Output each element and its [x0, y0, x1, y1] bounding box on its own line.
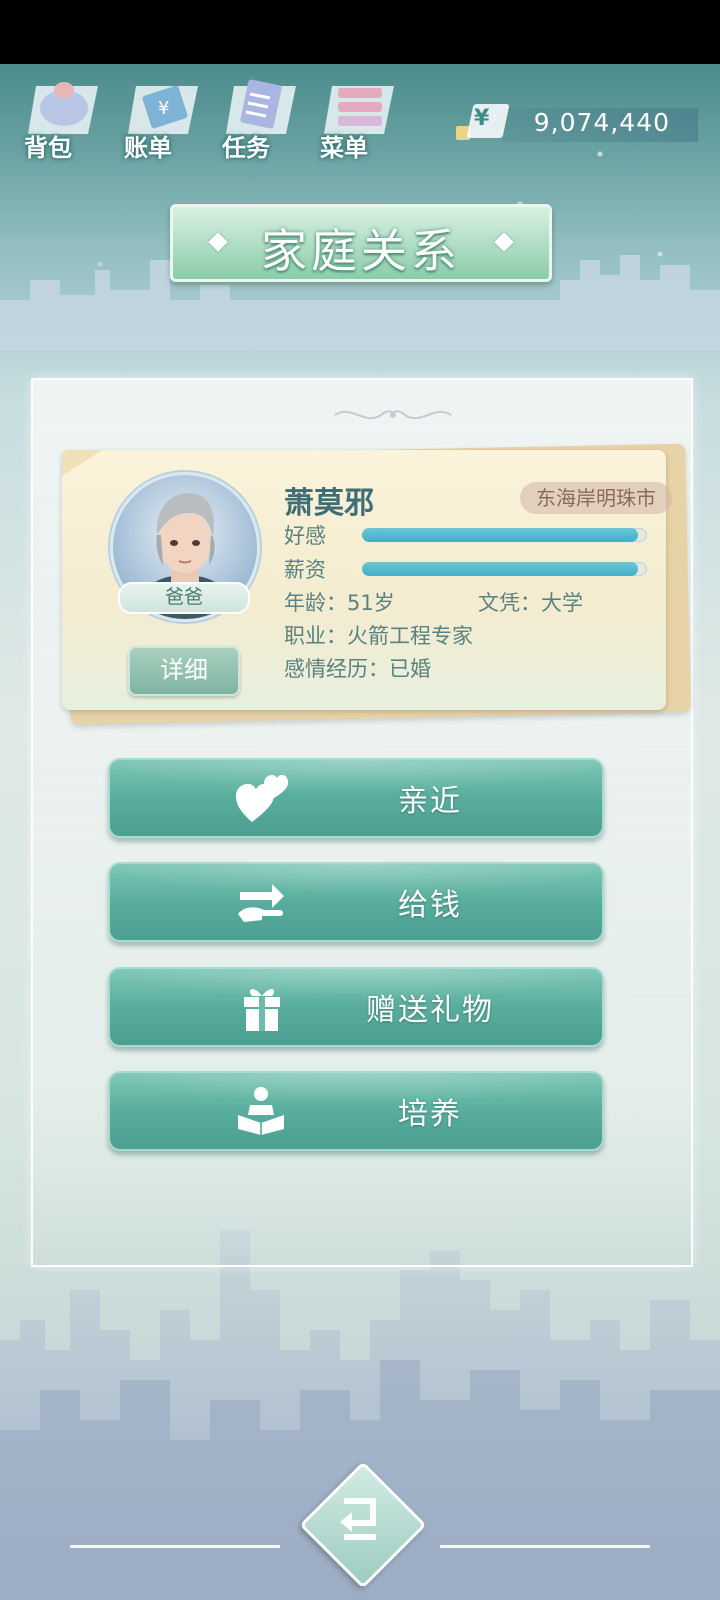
- nav-label: 账单: [124, 134, 172, 162]
- salary-bar: [362, 562, 647, 576]
- nav-backpack[interactable]: 背包: [18, 70, 108, 165]
- page-title-banner: 家庭关系: [170, 204, 552, 282]
- occupation-text: 职业：火箭工程专家: [284, 624, 473, 648]
- nav-label: 菜单: [320, 134, 368, 162]
- location-badge: 东海岸明珠市: [520, 482, 672, 514]
- hearts-icon: [236, 775, 288, 822]
- nav-task[interactable]: 任务: [216, 70, 306, 165]
- status-bar: [0, 0, 720, 64]
- gift-icon: [244, 989, 280, 1031]
- profile-card: 爸爸 详细 萧莫邪 东海岸明珠市 好感 薪资 年龄：51岁 文凭：大学 职业：火…: [62, 450, 672, 710]
- give-money-button[interactable]: 给钱: [108, 862, 604, 942]
- close-button[interactable]: 亲近: [108, 758, 604, 838]
- character-name: 萧莫邪: [284, 486, 374, 521]
- affection-bar: [362, 528, 647, 542]
- left-divider: [70, 1545, 280, 1548]
- action-label: 亲近: [398, 784, 462, 819]
- action-label: 给钱: [398, 888, 462, 923]
- action-label: 培养: [398, 1097, 462, 1132]
- salary-fill: [362, 562, 639, 576]
- education-text: 文凭：大学: [478, 591, 583, 615]
- right-divider: [440, 1545, 650, 1548]
- relationship-text: 感情经历：已婚: [284, 657, 431, 681]
- salary-label: 薪资: [284, 558, 326, 582]
- top-navigation: 背包 ¥ 账单 任务 菜单: [18, 70, 418, 165]
- card-corner: [62, 450, 102, 476]
- affection-label: 好感: [284, 524, 326, 548]
- backpack-icon: [28, 82, 98, 134]
- page-title: 家庭关系: [261, 224, 461, 278]
- ornament-icon: [334, 410, 452, 420]
- nav-label: 任务: [222, 134, 270, 162]
- nurture-button[interactable]: 培养: [108, 1071, 604, 1151]
- menu-icon: [324, 86, 394, 134]
- relation-tag: 爸爸: [118, 582, 250, 614]
- return-arrow-icon: [340, 1498, 376, 1540]
- affection-fill: [362, 528, 639, 542]
- nav-menu[interactable]: 菜单: [314, 70, 404, 165]
- bill-icon: ¥: [128, 85, 198, 134]
- yen-icon: ¥: [474, 106, 490, 131]
- money-transfer-icon: [238, 884, 284, 922]
- nav-label: 背包: [24, 134, 72, 162]
- currency-display: ¥ 9,074,440: [456, 104, 698, 144]
- give-gift-button[interactable]: 赠送礼物: [108, 967, 604, 1047]
- reading-person-icon: [238, 1087, 284, 1135]
- family-panel: 爸爸 详细 萧莫邪 东海岸明珠市 好感 薪资 年龄：51岁 文凭：大学 职业：火…: [31, 378, 693, 1267]
- age-text: 年龄：51岁: [284, 591, 395, 615]
- currency-amount: 9,074,440: [533, 108, 670, 137]
- svg-text:¥: ¥: [158, 98, 169, 119]
- nav-bill[interactable]: ¥ 账单: [118, 70, 208, 165]
- action-label: 赠送礼物: [366, 993, 494, 1028]
- detail-button[interactable]: 详细: [128, 646, 240, 696]
- task-icon: [226, 79, 296, 134]
